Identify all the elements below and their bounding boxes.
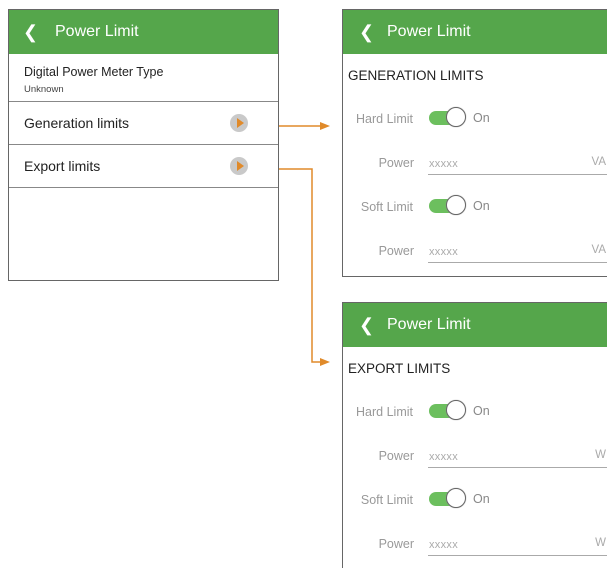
back-icon[interactable]: ❮: [359, 23, 374, 41]
soft-limit-toggle[interactable]: [428, 488, 470, 510]
generation-limits-label: Generation limits: [24, 115, 130, 131]
power-value: xxxxx: [429, 246, 458, 258]
power-label: Power: [378, 449, 414, 463]
power-unit: W: [595, 537, 606, 549]
export-limits-item[interactable]: Export limits: [9, 145, 278, 188]
soft-power-row: Power xxxxx VA: [343, 230, 607, 274]
hard-power-input[interactable]: xxxxx W: [428, 441, 607, 468]
generation-arrowhead: [320, 122, 330, 130]
hard-power-input[interactable]: xxxxx VA: [428, 148, 607, 175]
power-unit: VA: [591, 244, 607, 256]
export-arrowhead: [320, 358, 330, 366]
back-icon[interactable]: ❮: [359, 316, 374, 334]
soft-limit-state: On: [473, 492, 490, 506]
hard-limit-toggle[interactable]: [428, 400, 470, 422]
hard-power-row: Power xxxxx W: [343, 435, 607, 479]
page-title: Power Limit: [55, 23, 139, 40]
power-unit: VA: [591, 156, 607, 168]
header-bar: ❮ Power Limit: [343, 10, 607, 54]
soft-power-input[interactable]: xxxxx W: [428, 529, 607, 556]
soft-limit-label: Soft Limit: [360, 200, 413, 214]
hard-limit-state: On: [473, 404, 490, 418]
header-bar: ❮ Power Limit: [9, 10, 278, 54]
hard-limit-row: Hard Limit On: [343, 391, 607, 435]
soft-power-row: Power xxxxx W: [343, 523, 607, 567]
hard-power-row: Power xxxxx VA: [343, 142, 607, 186]
meter-type-label: Digital Power Meter Type: [24, 65, 164, 79]
soft-limit-row: Soft Limit On: [343, 186, 607, 230]
power-label: Power: [378, 537, 414, 551]
hard-limit-toggle[interactable]: [428, 107, 470, 129]
hard-limit-row: Hard Limit On: [343, 98, 607, 142]
section-title: EXPORT LIMITS: [348, 361, 451, 376]
export-limits-screen: ❮ Power Limit EXPORT LIMITS Hard Limit O…: [342, 302, 607, 568]
soft-power-input[interactable]: xxxxx VA: [428, 236, 607, 263]
hard-limit-label: Hard Limit: [356, 405, 413, 419]
power-unit: W: [595, 449, 606, 461]
export-limits-label: Export limits: [24, 158, 101, 174]
soft-limit-label: Soft Limit: [360, 493, 413, 507]
power-value: xxxxx: [429, 158, 458, 170]
generation-limits-screen: ❮ Power Limit GENERATION LIMITS Hard Lim…: [342, 9, 607, 277]
hard-limit-state: On: [473, 111, 490, 125]
generation-limits-item[interactable]: Generation limits: [9, 102, 278, 145]
soft-limit-toggle[interactable]: [428, 195, 470, 217]
page-title: Power Limit: [387, 316, 471, 333]
back-icon[interactable]: ❮: [23, 23, 38, 41]
header-bar: ❮ Power Limit: [343, 303, 607, 347]
section-title: GENERATION LIMITS: [348, 68, 484, 83]
power-value: xxxxx: [429, 539, 458, 551]
meter-type-row: Digital Power Meter Type Unknown: [9, 54, 278, 102]
power-value: xxxxx: [429, 451, 458, 463]
soft-limit-state: On: [473, 199, 490, 213]
soft-limit-row: Soft Limit On: [343, 479, 607, 523]
hard-limit-label: Hard Limit: [356, 112, 413, 126]
power-label: Power: [378, 244, 414, 258]
page-title: Power Limit: [387, 23, 471, 40]
power-limit-screen: ❮ Power Limit Digital Power Meter Type U…: [8, 9, 279, 281]
meter-type-value: Unknown: [24, 84, 64, 95]
chevron-right-icon[interactable]: [230, 157, 248, 175]
chevron-right-icon[interactable]: [230, 114, 248, 132]
power-label: Power: [378, 156, 414, 170]
